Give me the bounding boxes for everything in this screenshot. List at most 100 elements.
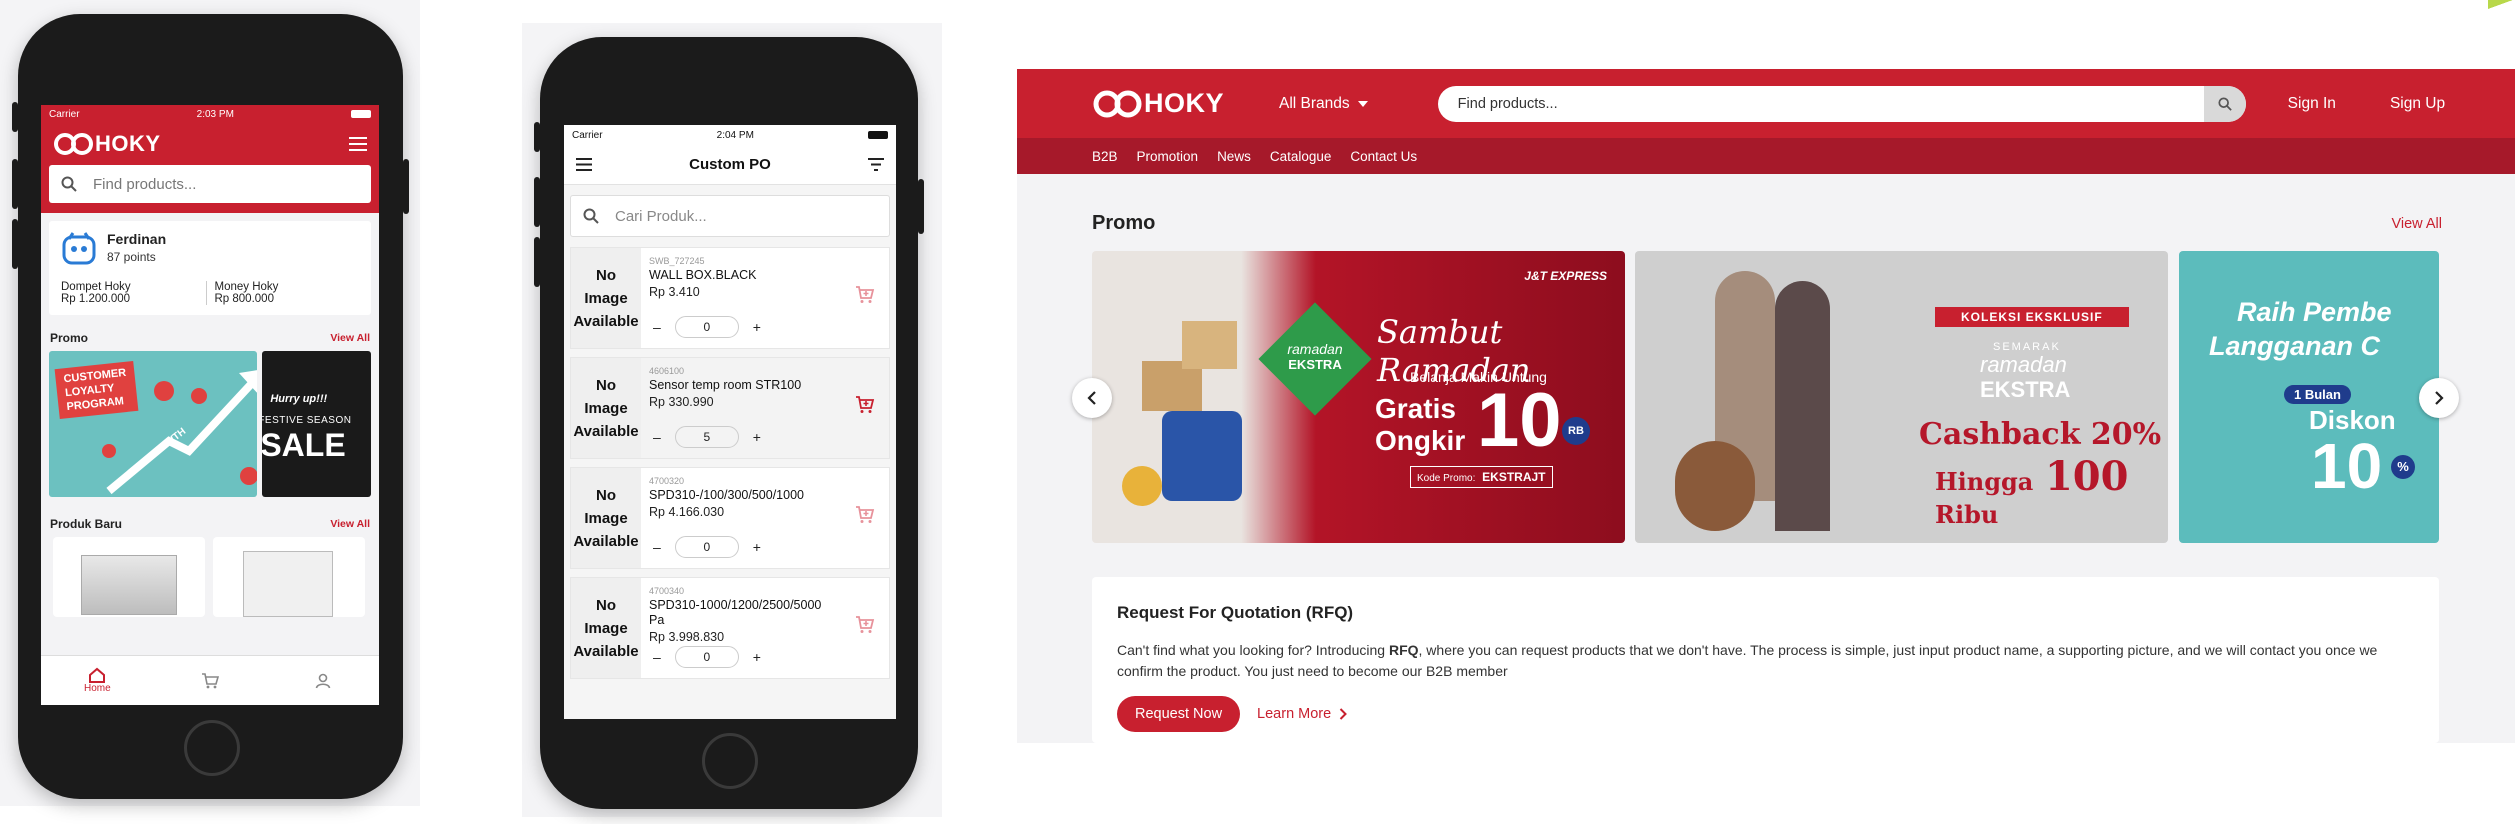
custom-po-screen: Carrier 2:04 PM Custom PO Cari Produk...… — [564, 125, 896, 719]
new-products-view-all-link[interactable]: View All — [330, 518, 370, 530]
carousel-next-button[interactable] — [2419, 378, 2459, 418]
promo-carousel[interactable]: CUSTOMER LOYALTY PROGRAM GROWTH Hurry up… — [41, 351, 379, 497]
promo-banner-cashback[interactable]: KOLEKSI EKSKLUSIF SEMARAK ramadan EKSTRA… — [1635, 251, 2168, 543]
rfq-text-bold: RFQ — [1388, 642, 1419, 658]
increment-button[interactable]: + — [753, 319, 761, 335]
increment-button[interactable]: + — [753, 429, 761, 445]
nav-b2b[interactable]: B2B — [1092, 149, 1118, 164]
add-to-cart-icon[interactable] — [855, 286, 875, 304]
quantity-value[interactable]: 0 — [674, 536, 739, 558]
menu-icon[interactable] — [349, 137, 367, 151]
nav-catalogue[interactable]: Catalogue — [1270, 149, 1332, 164]
increment-button[interactable]: + — [753, 539, 761, 555]
promo-view-all-link[interactable]: View All — [330, 332, 370, 344]
chevron-right-icon — [2435, 391, 2444, 405]
menu-icon[interactable] — [576, 158, 592, 171]
phone-home-button[interactable] — [184, 720, 240, 776]
promo-banner-diskon[interactable]: Raih Pembe Langganan C 1 Bulan Diskon 10… — [2179, 251, 2439, 543]
nav-news[interactable]: News — [1217, 149, 1251, 164]
po-item-row[interactable]: No Image Available 4700340 SPD310-1000/120… — [570, 577, 890, 679]
request-now-button[interactable]: Request Now — [1117, 696, 1241, 732]
po-item-row[interactable]: No Image Available 4606100 Sensor temp roo… — [570, 357, 890, 459]
quantity-stepper: – 0 + — [653, 316, 761, 338]
phone-side-button — [534, 122, 540, 152]
promo-carousel[interactable]: ramadan EKSTRA J&T EXPRESS Sambut Ramada… — [1017, 251, 2515, 543]
promo-section-title: Promo — [50, 331, 89, 345]
banner3-line2: Langganan C — [2209, 331, 2381, 361]
main-nav: B2B Promotion News Catalogue Contact Us — [1017, 138, 2515, 174]
no-image-placeholder: No Image Available — [571, 468, 641, 568]
no-image-text: Image — [584, 619, 628, 637]
add-to-cart-icon[interactable] — [855, 616, 875, 634]
hingga-unit: Ribu — [1935, 500, 1999, 529]
promo-view-all-link[interactable]: View All — [2391, 216, 2442, 232]
item-price: Rp 3.410 — [649, 285, 700, 299]
app-header: Custom PO — [564, 145, 896, 185]
status-time: 2:03 PM — [196, 108, 234, 120]
product-card[interactable] — [213, 537, 365, 617]
carousel-prev-button[interactable] — [1072, 378, 1112, 418]
phone-side-button — [12, 102, 18, 132]
phone-home-button[interactable] — [702, 733, 758, 789]
quantity-value[interactable]: 5 — [674, 426, 739, 448]
learn-more-link[interactable]: Learn More — [1257, 706, 1348, 722]
wallet-label: Dompet Hoky — [61, 281, 131, 293]
sign-in-link[interactable]: Sign In — [2288, 95, 2336, 113]
promo-banner-festive[interactable]: Hurry up!!! FESTIVE SEASON SALE — [262, 351, 371, 497]
growth-arrow-icon — [102, 370, 258, 495]
promo-banner-loyalty[interactable]: CUSTOMER LOYALTY PROGRAM GROWTH — [49, 351, 258, 497]
search-input[interactable]: Cari Produk... — [570, 195, 890, 237]
search-input[interactable]: Find products... — [1437, 85, 2246, 122]
battery-icon — [868, 131, 888, 139]
promo-banner-jnt-ramadan[interactable]: ramadan EKSTRA J&T EXPRESS Sambut Ramada… — [1092, 251, 1625, 543]
item-name: Sensor temp room STR100 — [649, 378, 802, 392]
festive-sale: SALE — [262, 427, 346, 463]
tab-profile[interactable] — [266, 656, 379, 705]
wallet-money[interactable]: Money Hoky Rp 800.000 — [205, 281, 360, 305]
hoky-logo-icon — [54, 133, 93, 155]
rfq-section: Request For Quotation (RFQ) Can't find w… — [1092, 577, 2439, 743]
new-products-header: Produk Baru View All — [41, 511, 379, 537]
cart-icon — [202, 672, 219, 688]
increment-button[interactable]: + — [753, 649, 761, 665]
add-to-cart-icon[interactable] — [855, 396, 875, 414]
hoky-logo[interactable]: HOKY — [53, 131, 161, 157]
tab-home[interactable]: Home — [41, 656, 154, 705]
nav-contact-us[interactable]: Contact Us — [1350, 149, 1417, 164]
po-item-row[interactable]: No Image Available SWB_727245 WALL BOX.BLA… — [570, 247, 890, 349]
no-image-placeholder: No Image Available — [571, 578, 641, 678]
product-image — [243, 551, 333, 617]
status-bar: Carrier 2:03 PM — [41, 105, 379, 123]
decrement-button[interactable]: – — [653, 649, 661, 665]
item-name: WALL BOX.BLACK — [649, 268, 757, 282]
product-card[interactable] — [53, 537, 205, 617]
quantity-value[interactable]: 0 — [674, 316, 739, 338]
quantity-value[interactable]: 0 — [674, 646, 739, 668]
hoky-logo[interactable]: HOKY — [1092, 88, 1224, 119]
add-to-cart-icon[interactable] — [855, 506, 875, 524]
item-name: SPD310-1000/1200/2500/5000 Pa — [649, 598, 822, 627]
search-icon — [2218, 96, 2232, 111]
tab-cart[interactable] — [154, 656, 267, 705]
rfq-title: Request For Quotation (RFQ) — [1117, 603, 1354, 622]
search-button[interactable] — [2203, 85, 2246, 122]
decrement-button[interactable]: – — [653, 539, 661, 555]
decrement-button[interactable]: – — [653, 429, 661, 445]
search-placeholder: Cari Produk... — [615, 207, 707, 225]
search-icon — [61, 176, 77, 192]
all-brands-dropdown[interactable]: All Brands — [1279, 95, 1368, 113]
filter-icon[interactable] — [868, 158, 884, 171]
wallet-dompet[interactable]: Dompet Hoky Rp 1.200.000 — [61, 281, 206, 305]
gift-boxes-illustration — [1122, 321, 1272, 521]
new-products-title: Produk Baru — [50, 517, 123, 531]
logo-text: HOKY — [1144, 88, 1225, 118]
decrement-button[interactable]: – — [653, 319, 661, 335]
page-title: Custom PO — [689, 156, 771, 173]
nav-promotion[interactable]: Promotion — [1137, 149, 1199, 164]
user-card[interactable]: Ferdinan 87 points Dompet Hoky Rp 1.200.… — [49, 221, 371, 315]
search-input[interactable]: Find products... — [49, 165, 371, 203]
all-brands-label: All Brands — [1279, 94, 1350, 112]
item-sku: SWB_727245 — [649, 256, 705, 266]
po-item-row[interactable]: No Image Available 4700320 SPD310-/100/300… — [570, 467, 890, 569]
sign-up-link[interactable]: Sign Up — [2390, 95, 2445, 113]
